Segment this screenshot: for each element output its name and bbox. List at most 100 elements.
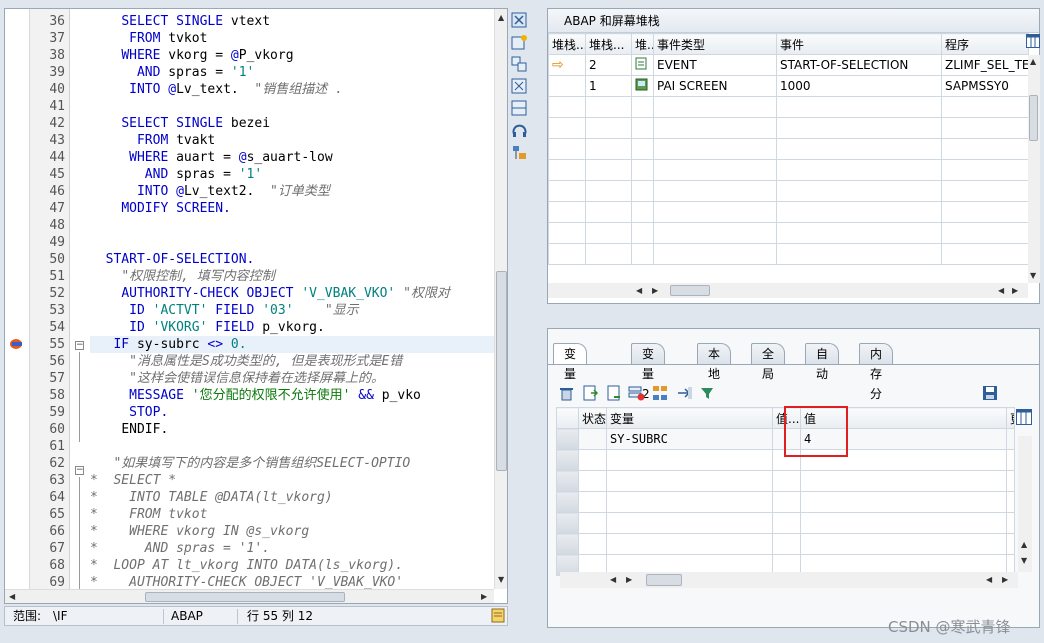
- settings-icon[interactable]: [511, 144, 528, 161]
- scroll-up-icon[interactable]: ▲: [1030, 57, 1036, 66]
- tab-memory-analysis[interactable]: 内存分析: [859, 343, 894, 421]
- stack-vertical-scrollbar[interactable]: ▲ ▼: [1028, 55, 1040, 283]
- stack-level: 2: [585, 54, 632, 76]
- event-type: PAI SCREEN: [653, 75, 777, 97]
- row-selector[interactable]: [556, 428, 579, 450]
- line-number: 40: [49, 82, 65, 97]
- var-col-header[interactable]: 状态: [578, 407, 607, 429]
- save-icon[interactable]: [982, 385, 999, 402]
- line-number: 46: [49, 184, 65, 199]
- swap-tool-icon[interactable]: [511, 56, 528, 73]
- abap-stack-panel: ABAP 和屏幕堆栈 堆栈... 堆栈... 堆... 事件类型 事件 程序 ⇨…: [547, 8, 1040, 304]
- tab-auto[interactable]: 自动: [805, 343, 840, 381]
- scroll-up-icon[interactable]: ▲: [1021, 540, 1027, 549]
- scroll-left-icon[interactable]: ◀: [9, 592, 15, 601]
- scroll-thumb[interactable]: [1029, 95, 1038, 141]
- stack-horizontal-scrollbar[interactable]: ◀ ▶ ◀ ▶: [548, 283, 1028, 298]
- line-number: 63: [49, 473, 65, 488]
- tree-icon[interactable]: [652, 385, 669, 402]
- line-number: 52: [49, 286, 65, 301]
- export-icon[interactable]: [676, 385, 693, 402]
- layout-settings-icon[interactable]: [1026, 34, 1040, 51]
- line-number: 68: [49, 558, 65, 573]
- scroll-left-icon[interactable]: ◀: [610, 575, 616, 584]
- var-col-header[interactable]: 变量: [606, 407, 773, 429]
- scroll-thumb[interactable]: [670, 285, 710, 296]
- scroll-left-icon[interactable]: ◀: [636, 286, 642, 295]
- tab-divider: [548, 364, 1039, 365]
- filter-icon[interactable]: [700, 385, 717, 402]
- tab-global[interactable]: 全局: [751, 343, 786, 381]
- scroll-thumb[interactable]: [145, 592, 345, 602]
- service-icon[interactable]: [511, 122, 528, 139]
- line-number: 37: [49, 31, 65, 46]
- breakpoint-gutter[interactable]: [5, 9, 30, 603]
- line-numbers: 36 37 38 39 40 41 42 43 44 45 46 47 48 49 50 51 52 53 54 55…: [30, 9, 70, 590]
- debugger-position-icon: [9, 338, 25, 350]
- editor-vertical-scrollbar[interactable]: ▲ ▼: [494, 9, 507, 589]
- debugger-side-toolbar: [509, 8, 531, 228]
- tab-variables-2[interactable]: 变量 2: [631, 343, 666, 401]
- tab-variables-1[interactable]: 变量 1: [553, 343, 588, 401]
- current-position-arrow-icon: ⇨: [548, 54, 586, 76]
- line-number: 62: [49, 456, 65, 471]
- variables-toolbar: [558, 385, 1028, 405]
- scroll-right-icon[interactable]: ▶: [1002, 575, 1008, 584]
- stack-col-header[interactable]: 堆栈...: [548, 33, 586, 55]
- scroll-right-icon[interactable]: ▶: [652, 286, 658, 295]
- scroll-down-icon[interactable]: ▼: [498, 575, 504, 584]
- var-col-header[interactable]: 更: [1006, 407, 1015, 429]
- editor-horizontal-scrollbar[interactable]: ◀ ▶: [5, 589, 494, 603]
- code-area[interactable]: SELECT SINGLE vtext FROM tvkot WHERE vko…: [90, 9, 494, 589]
- new-tool-icon[interactable]: [511, 34, 528, 51]
- scroll-right-icon[interactable]: ▶: [626, 575, 632, 584]
- scroll-left-icon[interactable]: ◀: [998, 286, 1004, 295]
- stack-col-header[interactable]: 堆栈...: [585, 33, 632, 55]
- variables-vertical-scrollbar[interactable]: ▲ ▼: [1018, 436, 1032, 572]
- line-number: 41: [49, 99, 65, 114]
- line-number: 65: [49, 507, 65, 522]
- delete-icon[interactable]: [558, 385, 575, 402]
- layout-settings-icon[interactable]: [1016, 409, 1032, 428]
- table-row[interactable]: 1 PAI SCREEN 1000 SAPMSSY0: [548, 75, 1029, 97]
- append-icon[interactable]: [606, 385, 623, 402]
- line-number: 64: [49, 490, 65, 505]
- tab-local[interactable]: 本地: [697, 343, 732, 381]
- scroll-thumb[interactable]: [646, 574, 682, 586]
- line-number: 44: [49, 150, 65, 165]
- fold-toggle-icon[interactable]: −: [75, 341, 84, 350]
- code-editor[interactable]: 36 37 38 39 40 41 42 43 44 45 46 47 48 49 50 51 52 53 54 55…: [4, 8, 508, 604]
- scroll-down-icon[interactable]: ▼: [1021, 556, 1027, 565]
- variables-horizontal-scrollbar[interactable]: ◀ ▶ ◀ ▶: [560, 572, 1018, 588]
- line-number: 39: [49, 65, 65, 80]
- maximize-icon[interactable]: [511, 78, 528, 95]
- line-number: 58: [49, 388, 65, 403]
- event-type: EVENT: [653, 54, 777, 76]
- close-panel-icon[interactable]: [511, 12, 528, 29]
- table-row[interactable]: ⇨ 2 EVENT START-OF-SELECTION ZLIMF_SEL_T…: [548, 54, 1029, 76]
- variable-name[interactable]: SY-SUBRC: [606, 428, 773, 450]
- stack-table: 堆栈... 堆栈... 堆... 事件类型 事件 程序 ⇨ 2 EVENT ST…: [548, 33, 1029, 265]
- scroll-up-icon[interactable]: ▲: [498, 13, 504, 22]
- stack-col-header[interactable]: 事件: [776, 33, 942, 55]
- stack-col-header[interactable]: 程序: [941, 33, 1029, 55]
- stack-col-header[interactable]: 事件类型: [653, 33, 777, 55]
- scope-label: 范围:: [13, 609, 42, 623]
- line-number: 59: [49, 405, 65, 420]
- fold-toggle-icon[interactable]: −: [75, 466, 84, 475]
- remove-row-icon[interactable]: [628, 385, 645, 402]
- insert-icon[interactable]: [582, 385, 599, 402]
- event-icon: [631, 54, 654, 76]
- scroll-down-icon[interactable]: ▼: [1030, 271, 1036, 280]
- line-number: 57: [49, 371, 65, 386]
- scroll-right-icon[interactable]: ▶: [481, 592, 487, 601]
- scroll-right-icon[interactable]: ▶: [1012, 286, 1018, 295]
- divider: [237, 609, 238, 624]
- scroll-left-icon[interactable]: ◀: [986, 575, 992, 584]
- line-number: 36: [49, 14, 65, 29]
- fold-markers[interactable]: − −: [72, 9, 88, 589]
- layout-icon[interactable]: [511, 100, 528, 117]
- stack-col-header[interactable]: 堆...: [631, 33, 654, 55]
- scroll-thumb[interactable]: [496, 271, 507, 471]
- notes-icon[interactable]: [491, 608, 506, 628]
